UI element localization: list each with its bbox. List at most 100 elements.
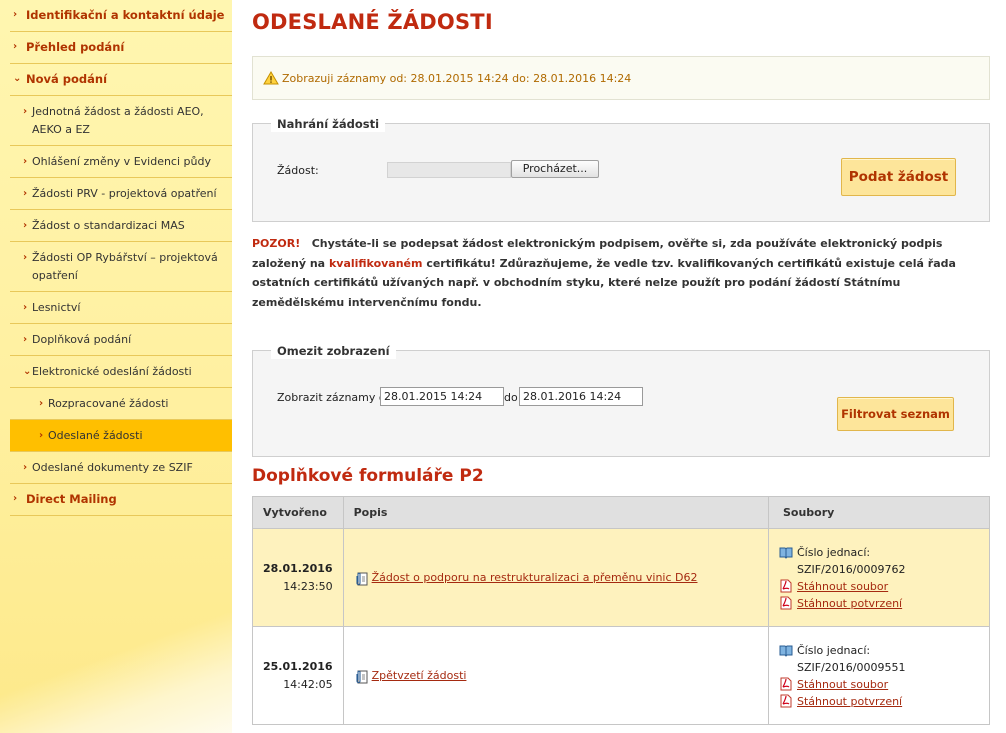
sidebar-item-label: Žádost o standardizaci MAS [32, 219, 185, 232]
description-link[interactable]: Žádost o podporu na restrukturalizaci a … [372, 571, 698, 584]
chevron-right-icon: › [23, 220, 28, 231]
sidebar-page-fold [0, 613, 232, 733]
file-path-input[interactable] [387, 162, 511, 178]
download-file-row: Stáhnout soubor [779, 676, 979, 693]
sidebar-item-label: Doplňková podání [32, 333, 132, 346]
reference-label: Číslo jednací: [797, 545, 871, 559]
filter-to-input[interactable] [519, 387, 643, 406]
sidebar-item[interactable]: ⌄ Elektronické odeslání žádosti [10, 356, 232, 388]
upload-fieldset: Nahrání žádosti Žádost: Procházet... Pod… [252, 116, 990, 222]
files-cell: Číslo jednací: SZIF/2016/0009551 Stáhnout … [768, 626, 990, 725]
submit-application-button[interactable]: Podat žádost [841, 158, 956, 196]
sidebar-item[interactable]: › Jednotná žádost a žádosti AEO, AEKO a E… [10, 96, 232, 146]
sidebar-item-label: Odeslané žádosti [48, 429, 143, 442]
sidebar-item-label: Nová podání [26, 72, 108, 86]
reference-number: SZIF/2016/0009551 [797, 660, 906, 674]
created-date: 25.01.2016 [263, 659, 333, 673]
sidebar-item[interactable]: › Doplňková podání [10, 324, 232, 356]
sidebar-nav: › Identifikační a kontaktní údaje › Přehled… [0, 0, 232, 516]
sidebar-item-label: Lesnictví [32, 301, 81, 314]
sidebar-item-label: Identifikační a kontaktní údaje [26, 8, 225, 22]
chevron-right-icon: › [13, 41, 18, 52]
description-cell: Zpětvzetí žádosti [342, 626, 770, 725]
files-cell: Číslo jednací: SZIF/2016/0009762 Stáhnout … [768, 528, 990, 627]
chevron-right-icon: › [39, 398, 44, 409]
document-clip-icon [356, 572, 368, 585]
created-cell: 28.01.2016 14:23:50 [252, 528, 344, 627]
reference-number: SZIF/2016/0009762 [797, 562, 906, 576]
chevron-right-icon: › [23, 252, 28, 263]
chevron-right-icon: › [13, 9, 18, 20]
created-cell: 25.01.2016 14:42:05 [252, 626, 344, 725]
reference-row: Číslo jednací: [779, 642, 979, 659]
submissions-table: Vytvořeno Popis Soubory 28.01.2016 14:23:… [252, 496, 990, 725]
filter-list-button[interactable]: Filtrovat seznam [837, 397, 954, 431]
download-confirmation-row: Stáhnout potvrzení [779, 595, 979, 612]
sidebar-item[interactable]: › Identifikační a kontaktní údaje [10, 0, 232, 32]
chevron-right-icon: › [23, 302, 28, 313]
sidebar-item-label: Rozpracované žádosti [48, 397, 169, 410]
table-row: 28.01.2016 14:23:50 Žádost o podporu na re… [252, 528, 990, 627]
sidebar-item-label: Direct Mailing [26, 492, 117, 506]
upload-field-label: Žádost: [277, 164, 319, 177]
filter-from-input[interactable] [380, 387, 504, 406]
pdf-icon [780, 579, 792, 593]
filter-legend: Omezit zobrazení [271, 343, 396, 359]
sidebar-item[interactable]: › Žádosti PRV - projektová opatření [10, 178, 232, 210]
chevron-down-icon: ⌄ [13, 73, 22, 84]
sidebar-item-label: Elektronické odeslání žádosti [32, 365, 192, 378]
created-date: 28.01.2016 [263, 561, 333, 575]
reference-label: Číslo jednací: [797, 643, 871, 657]
chevron-down-icon: ⌄ [23, 366, 32, 377]
chevron-right-icon: › [23, 462, 28, 473]
created-time: 14:42:05 [283, 677, 333, 691]
info-message-text: Zobrazuji záznamy od: 28.01.2015 14:24 d… [282, 71, 632, 85]
description-cell: Žádost o podporu na restrukturalizaci a … [342, 528, 770, 627]
sidebar-item[interactable]: › Odeslané žádosti [10, 420, 232, 452]
reference-row: Číslo jednací: [779, 544, 979, 561]
filter-from-label: Zobrazit záznamy od [277, 391, 393, 404]
sidebar-item[interactable]: › Odeslané dokumenty ze SZIF [10, 452, 232, 484]
description-link[interactable]: Zpětvzetí žádosti [372, 669, 467, 682]
warning-alert-label: POZOR! [252, 237, 301, 250]
sidebar-item[interactable]: › Žádost o standardizaci MAS [10, 210, 232, 242]
sidebar-item-label: Žádosti OP Rybářství – projektová opatře… [32, 251, 218, 282]
warning-triangle-icon [263, 71, 279, 85]
table-header-row: Vytvořeno Popis Soubory [252, 496, 990, 529]
sidebar-item[interactable]: › Rozpracované žádosti [10, 388, 232, 420]
sidebar-item-label: Jednotná žádost a žádosti AEO, AEKO a EZ [32, 105, 204, 136]
chevron-right-icon: › [23, 106, 28, 117]
sidebar-item[interactable]: › Přehled podání [10, 32, 232, 64]
sidebar-item-label: Ohlášení změny v Evidenci půdy [32, 155, 211, 168]
sidebar-item-label: Žádosti PRV - projektová opatření [32, 187, 217, 200]
sidebar-item[interactable]: › Direct Mailing [10, 484, 232, 516]
sidebar-item[interactable]: › Ohlášení změny v Evidenci půdy [10, 146, 232, 178]
chevron-right-icon: › [23, 188, 28, 199]
info-message-box: Zobrazuji záznamy od: 28.01.2015 14:24 d… [252, 56, 990, 100]
sidebar-item[interactable]: › Lesnictví [10, 292, 232, 324]
download-file-link[interactable]: Stáhnout soubor [797, 578, 888, 595]
chevron-right-icon: › [39, 430, 44, 441]
signature-warning: POZOR! Chystáte-li se podepsat žádost el… [252, 234, 990, 312]
download-confirmation-row: Stáhnout potvrzení [779, 693, 979, 710]
download-file-link[interactable]: Stáhnout soubor [797, 676, 888, 693]
table-row: 25.01.2016 14:42:05 Zpětvzetí žádosti Číslo… [252, 626, 990, 725]
upload-legend: Nahrání žádosti [271, 116, 386, 132]
chevron-right-icon: › [23, 334, 28, 345]
column-header-files: Soubory [768, 496, 990, 529]
download-confirmation-link[interactable]: Stáhnout potvrzení [797, 595, 902, 612]
book-icon [779, 547, 793, 559]
filter-fieldset: Omezit zobrazení Zobrazit záznamy od do … [252, 343, 990, 457]
download-confirmation-link[interactable]: Stáhnout potvrzení [797, 693, 902, 710]
sidebar-item[interactable]: › Žádosti OP Rybářství – projektová opatř… [10, 242, 232, 292]
pdf-icon [780, 677, 792, 691]
pdf-icon [780, 694, 792, 708]
created-time: 14:23:50 [283, 579, 333, 593]
sidebar-item-label: Odeslané dokumenty ze SZIF [32, 461, 193, 474]
filter-to-label: do [504, 391, 518, 404]
pdf-icon [780, 596, 792, 610]
warning-highlight: kvalifikovaném [328, 256, 423, 270]
browse-button[interactable]: Procházet... [511, 160, 599, 178]
sidebar-item[interactable]: ⌄ Nová podání [10, 64, 232, 96]
document-clip-icon [356, 670, 368, 683]
